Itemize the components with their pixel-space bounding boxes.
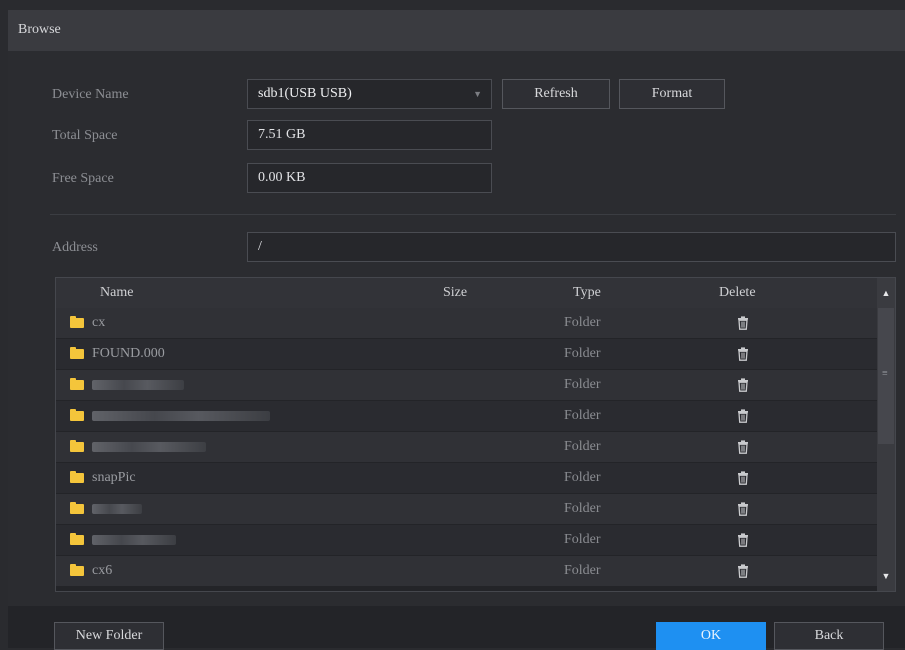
folder-name: cx6 xyxy=(92,563,113,578)
folder-type: Folder xyxy=(564,377,601,392)
folder-icon xyxy=(70,502,84,515)
file-table: Name Size Type Delete cx Folder FOUND.000 F… xyxy=(55,277,896,592)
column-type-header: Type xyxy=(573,285,601,300)
folder-icon xyxy=(70,378,84,391)
arrow-up-icon[interactable]: ▲ xyxy=(877,278,895,308)
table-row[interactable]: Folder xyxy=(56,432,878,462)
free-space-label: Free Space xyxy=(52,171,114,186)
folder-name: cx xyxy=(92,315,106,330)
trash-icon[interactable] xyxy=(737,316,749,330)
folder-icon xyxy=(70,533,84,546)
folder-type: Folder xyxy=(564,563,601,578)
table-header: Name Size Type Delete xyxy=(56,278,878,308)
folder-icon xyxy=(70,409,84,422)
trash-icon[interactable] xyxy=(737,502,749,516)
table-row[interactable]: cx Folder xyxy=(56,308,878,338)
table-row[interactable]: Folder xyxy=(56,370,878,400)
arrow-down-icon[interactable]: ▼ xyxy=(877,561,895,591)
free-space-field: 0.00 KB xyxy=(247,163,492,193)
device-name-select[interactable]: sdb1(USB USB) ▼ xyxy=(247,79,492,109)
format-button[interactable]: Format xyxy=(619,79,725,109)
folder-type: Folder xyxy=(564,346,601,361)
folder-type: Folder xyxy=(564,501,601,516)
folder-type: Folder xyxy=(564,408,601,423)
redacted-name xyxy=(92,535,176,545)
folder-icon xyxy=(70,564,84,577)
folder-icon xyxy=(70,471,84,484)
total-space-field: 7.51 GB xyxy=(247,120,492,150)
address-field[interactable]: / xyxy=(247,232,896,262)
column-size-header: Size xyxy=(443,285,468,300)
table-row[interactable]: Folder xyxy=(56,525,878,555)
folder-name: FOUND.000 xyxy=(92,346,165,361)
new-folder-button[interactable]: New Folder xyxy=(54,622,164,650)
grip-icon: ≡ xyxy=(882,368,888,379)
trash-icon[interactable] xyxy=(737,409,749,423)
trash-icon[interactable] xyxy=(737,440,749,454)
dialog-title: Browse xyxy=(18,22,61,37)
folder-name: snapPic xyxy=(92,470,136,485)
table-row[interactable]: Folder xyxy=(56,401,878,431)
ok-button[interactable]: OK xyxy=(656,622,766,650)
total-space-label: Total Space xyxy=(52,128,118,143)
folder-icon xyxy=(70,316,84,329)
scrollbar-thumb[interactable]: ≡ xyxy=(878,308,894,444)
chevron-down-icon: ▼ xyxy=(473,89,482,99)
trash-icon[interactable] xyxy=(737,347,749,361)
trash-icon[interactable] xyxy=(737,533,749,547)
trash-icon[interactable] xyxy=(737,471,749,485)
title-bar: Browse xyxy=(8,10,905,51)
table-scrollbar[interactable]: ▲ ≡ ▼ xyxy=(877,278,895,591)
browse-dialog: Browse Device Name sdb1(USB USB) ▼ Refre… xyxy=(8,10,905,650)
folder-type: Folder xyxy=(564,532,601,547)
folder-icon xyxy=(70,347,84,360)
table-row[interactable]: FOUND.000 Folder xyxy=(56,339,878,369)
table-row[interactable]: snapPic Folder xyxy=(56,463,878,493)
redacted-name xyxy=(92,442,206,452)
redacted-name xyxy=(92,504,142,514)
address-label: Address xyxy=(52,240,98,255)
column-name-header: Name xyxy=(100,285,134,300)
refresh-button[interactable]: Refresh xyxy=(502,79,610,109)
table-row[interactable]: Folder xyxy=(56,494,878,524)
divider xyxy=(50,214,896,215)
redacted-name xyxy=(92,411,270,421)
trash-icon[interactable] xyxy=(737,564,749,578)
folder-icon xyxy=(70,440,84,453)
device-name-label: Device Name xyxy=(52,87,129,102)
back-button[interactable]: Back xyxy=(774,622,884,650)
column-delete-header: Delete xyxy=(719,285,756,300)
folder-type: Folder xyxy=(564,470,601,485)
folder-type: Folder xyxy=(564,315,601,330)
folder-type: Folder xyxy=(564,439,601,454)
redacted-name xyxy=(92,380,184,390)
table-row[interactable]: cx6 Folder xyxy=(56,556,878,586)
trash-icon[interactable] xyxy=(737,378,749,392)
device-name-value: sdb1(USB USB) xyxy=(258,86,352,101)
